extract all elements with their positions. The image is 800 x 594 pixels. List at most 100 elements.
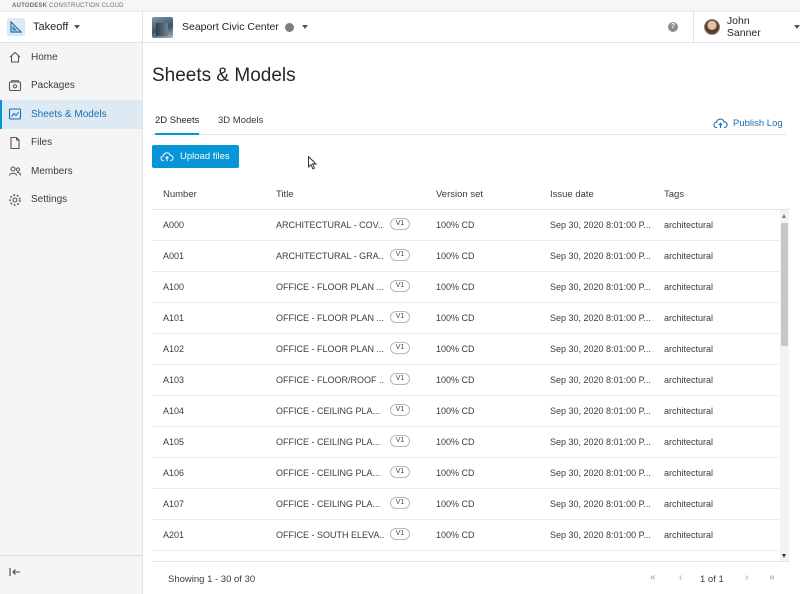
app-switcher[interactable]: Takeoff xyxy=(0,12,143,42)
table-body: A000 ARCHITECTURAL - COV... 100% CD Sep 30,… xyxy=(152,210,780,561)
upload-files-label: Upload files xyxy=(180,151,230,162)
table-row[interactable]: A101 OFFICE - FLOOR PLAN ... 100% CD Sep 30… xyxy=(152,303,780,334)
project-thumbnail xyxy=(152,16,173,38)
user-name: John Sanner xyxy=(726,15,761,39)
cell-title: OFFICE - CEILING PLA... xyxy=(276,499,381,509)
cell-tags: architectural xyxy=(664,437,714,447)
sidebar-item-members[interactable]: Members xyxy=(0,157,142,186)
column-header-number[interactable]: Number xyxy=(163,189,197,200)
first-page-icon[interactable]: « xyxy=(650,572,656,583)
scroll-down-icon[interactable] xyxy=(782,554,786,558)
cell-tags: architectural xyxy=(664,313,714,323)
cell-number: A103 xyxy=(163,375,185,385)
scroll-up-icon[interactable] xyxy=(782,214,786,218)
column-header-issue-date[interactable]: Issue date xyxy=(550,189,594,200)
sidebar-item-label: Settings xyxy=(31,194,68,206)
cell-issue-date: Sep 30, 2020 8:01:00 P... xyxy=(550,468,651,478)
cell-version-set: 100% CD xyxy=(436,251,475,261)
cell-tags: architectural xyxy=(664,344,714,354)
main-content: Sheets & Models 2D Sheets 3D Models Publ… xyxy=(143,43,800,594)
tab-3d-models[interactable]: 3D Models xyxy=(218,115,263,133)
gear-icon xyxy=(8,193,22,207)
tab-2d-sheets[interactable]: 2D Sheets xyxy=(155,115,200,135)
table-row[interactable]: A000 ARCHITECTURAL - COV... 100% CD Sep 30,… xyxy=(152,210,780,241)
cell-version-set: 100% CD xyxy=(436,499,475,509)
top-header: Takeoff Seaport Civic Center ? John Sann… xyxy=(0,12,800,43)
version-badge[interactable]: V1 xyxy=(390,311,410,323)
help-icon[interactable]: ? xyxy=(668,22,678,32)
upload-files-button[interactable]: Upload files xyxy=(152,145,239,168)
version-badge[interactable]: V1 xyxy=(390,218,410,230)
version-badge[interactable]: V1 xyxy=(390,249,410,261)
table-row[interactable]: A102 OFFICE - FLOOR PLAN ... 100% CD Sep 30… xyxy=(152,334,780,365)
collapse-sidebar-icon[interactable] xyxy=(8,565,22,579)
scroll-thumb[interactable] xyxy=(781,223,788,346)
table-row[interactable]: A001 ARCHITECTURAL - GRA... 100% CD Sep 30,… xyxy=(152,241,780,272)
cell-issue-date: Sep 30, 2020 8:01:00 P... xyxy=(550,282,651,292)
version-badge[interactable]: V1 xyxy=(390,528,410,540)
cell-tags: architectural xyxy=(664,468,714,478)
column-header-version-set[interactable]: Version set xyxy=(436,189,483,200)
version-badge[interactable]: V1 xyxy=(390,497,410,509)
table-row[interactable]: A103 OFFICE - FLOOR/ROOF ... 100% CD Sep 30… xyxy=(152,365,780,396)
sidebar-item-label: Packages xyxy=(31,80,75,92)
cell-version-set: 100% CD xyxy=(436,468,475,478)
table-row[interactable]: A201 OFFICE - SOUTH ELEVA... 100% CD Sep 30… xyxy=(152,520,780,551)
column-header-tags[interactable]: Tags xyxy=(664,189,684,200)
cell-tags: architectural xyxy=(664,282,714,292)
sidebar-item-sheets-models[interactable]: Sheets & Models xyxy=(0,100,142,129)
sidebar-item-label: Sheets & Models xyxy=(31,108,107,120)
cell-issue-date: Sep 30, 2020 8:01:00 P... xyxy=(550,251,651,261)
user-menu[interactable]: John Sanner xyxy=(693,12,800,42)
tab-bar: 2D Sheets 3D Models xyxy=(152,112,786,135)
publish-log-link[interactable]: Publish Log xyxy=(713,117,783,129)
version-badge[interactable]: V1 xyxy=(390,466,410,478)
sidebar-item-packages[interactable]: Packages xyxy=(0,72,142,101)
prev-page-icon[interactable]: ‹ xyxy=(679,572,682,583)
sidebar-item-files[interactable]: Files xyxy=(0,129,142,158)
last-page-icon[interactable]: » xyxy=(769,572,775,583)
version-badge[interactable]: V1 xyxy=(390,404,410,416)
cell-title: OFFICE - CEILING PLA... xyxy=(276,437,381,447)
cloud-upload-icon xyxy=(160,152,174,162)
cell-version-set: 100% CD xyxy=(436,437,475,447)
table-row[interactable]: A106 OFFICE - CEILING PLA... 100% CD Sep 30… xyxy=(152,458,780,489)
sidebar-item-label: Members xyxy=(31,165,73,177)
cell-tags: architectural xyxy=(664,499,714,509)
column-header-title[interactable]: Title xyxy=(276,189,294,200)
publish-log-label: Publish Log xyxy=(733,117,783,129)
sidebar-item-label: Files xyxy=(31,137,53,149)
project-selector[interactable]: Seaport Civic Center xyxy=(152,16,308,38)
chevron-down-icon xyxy=(301,25,308,29)
cell-issue-date: Sep 30, 2020 8:01:00 P... xyxy=(550,530,651,540)
cell-title: ARCHITECTURAL - GRA... xyxy=(276,251,384,261)
cell-version-set: 100% CD xyxy=(436,530,475,540)
cell-tags: architectural xyxy=(664,406,714,416)
next-page-icon[interactable]: › xyxy=(745,572,748,583)
cell-title: OFFICE - CEILING PLA... xyxy=(276,406,381,416)
brand-strip-bold: AUTODESK xyxy=(12,3,48,9)
version-badge[interactable]: V1 xyxy=(390,280,410,292)
table-row[interactable]: A104 OFFICE - CEILING PLA... 100% CD Sep 30… xyxy=(152,396,780,427)
cell-number: A201 xyxy=(163,530,185,540)
sidebar-item-home[interactable]: Home xyxy=(0,43,142,72)
table-row[interactable]: A105 OFFICE - CEILING PLA... 100% CD Sep 30… xyxy=(152,427,780,458)
cell-issue-date: Sep 30, 2020 8:01:00 P... xyxy=(550,499,651,509)
cell-title: OFFICE - FLOOR PLAN ... xyxy=(276,313,384,323)
sheets-icon xyxy=(8,107,22,121)
cell-number: A100 xyxy=(163,282,185,292)
scrollbar[interactable] xyxy=(780,210,789,561)
chevron-down-icon xyxy=(74,25,81,29)
version-badge[interactable]: V1 xyxy=(390,342,410,354)
cell-tags: architectural xyxy=(664,251,714,261)
cell-issue-date: Sep 30, 2020 8:01:00 P... xyxy=(550,344,651,354)
page-info: 1 of 1 xyxy=(700,574,724,585)
sidebar-item-settings[interactable]: Settings xyxy=(0,186,142,215)
cloud-upload-icon xyxy=(713,118,728,129)
table-row[interactable]: A100 OFFICE - FLOOR PLAN ... 100% CD Sep 30… xyxy=(152,272,780,303)
table-row[interactable]: A107 OFFICE - CEILING PLA... 100% CD Sep 30… xyxy=(152,489,780,520)
version-badge[interactable]: V1 xyxy=(390,435,410,447)
sheets-table: Number Title Version set Issue date Tags… xyxy=(152,179,789,561)
version-badge[interactable]: V1 xyxy=(390,373,410,385)
chevron-down-icon xyxy=(794,25,800,29)
